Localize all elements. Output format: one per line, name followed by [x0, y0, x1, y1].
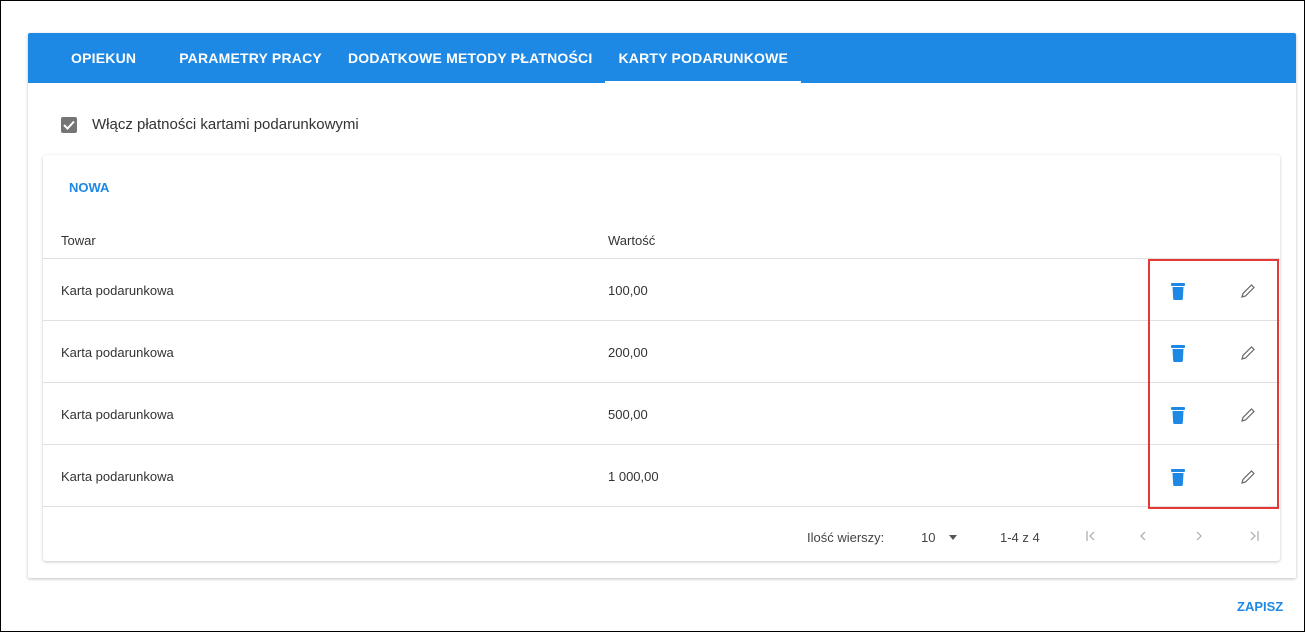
table-header: Towar Wartość: [43, 219, 1280, 259]
trash-icon: [1171, 283, 1185, 300]
table-row: Karta podarunkowa 500,00: [43, 383, 1280, 445]
cell-value: 1 000,00: [608, 469, 659, 484]
delete-button[interactable]: [1166, 403, 1190, 427]
delete-button[interactable]: [1166, 341, 1190, 365]
last-page-icon: [1250, 531, 1259, 541]
enable-gift-cards-row: Włącz płatności kartami podarunkowymi: [61, 116, 359, 133]
table-row: Karta podarunkowa 200,00: [43, 321, 1280, 383]
enable-gift-cards-label: Włącz płatności kartami podarunkowymi: [92, 116, 359, 133]
next-page-button[interactable]: [1189, 526, 1209, 546]
last-page-button[interactable]: [1244, 526, 1264, 546]
prev-page-button[interactable]: [1133, 526, 1153, 546]
cell-product: Karta podarunkowa: [61, 469, 174, 484]
trash-icon: [1171, 407, 1185, 424]
edit-button[interactable]: [1236, 403, 1260, 427]
cell-product: Karta podarunkowa: [61, 407, 174, 422]
edit-button[interactable]: [1236, 279, 1260, 303]
column-header-wartosc: Wartość: [608, 233, 656, 248]
tab-parametry-pracy[interactable]: PARAMETRY PRACY: [166, 33, 335, 83]
table-row: Karta podarunkowa 1 000,00: [43, 445, 1280, 507]
edit-pencil-icon: [1241, 346, 1255, 360]
delete-button[interactable]: [1166, 465, 1190, 489]
next-page-icon: [1196, 531, 1202, 541]
cell-value: 100,00: [608, 283, 648, 298]
checkmark-icon: [63, 120, 75, 130]
edit-pencil-icon: [1241, 470, 1255, 484]
new-button[interactable]: NOWA: [69, 180, 109, 195]
edit-pencil-icon: [1241, 408, 1255, 422]
column-header-towar: Towar: [61, 233, 96, 248]
tab-bar: OPIEKUN PARAMETRY PRACY DODATKOWE METODY…: [28, 33, 1296, 83]
delete-button[interactable]: [1166, 279, 1190, 303]
cell-value: 200,00: [608, 345, 648, 360]
rows-per-page-select[interactable]: 10: [921, 530, 958, 545]
gift-cards-panel: NOWA Towar Wartość Karta podarunkowa 100…: [43, 155, 1280, 561]
table-row: Karta podarunkowa 100,00: [43, 259, 1280, 321]
settings-card: OPIEKUN PARAMETRY PRACY DODATKOWE METODY…: [28, 33, 1296, 578]
rows-per-page-label: Ilość wierszy:: [807, 530, 885, 545]
page-range: 1-4 z 4: [1000, 530, 1040, 545]
dropdown-caret-icon: [949, 535, 958, 540]
cell-product: Karta podarunkowa: [61, 283, 174, 298]
table-pagination: Ilość wierszy: 10 1-4 z 4: [43, 507, 1280, 561]
edit-button[interactable]: [1236, 465, 1260, 489]
edit-button[interactable]: [1236, 341, 1260, 365]
tab-karty-podarunkowe[interactable]: KARTY PODARUNKOWE: [605, 33, 801, 83]
cell-value: 500,00: [608, 407, 648, 422]
trash-icon: [1171, 469, 1185, 486]
first-page-icon: [1086, 531, 1095, 541]
rows-per-page-value: 10: [921, 530, 936, 545]
edit-pencil-icon: [1241, 284, 1255, 298]
tab-dodatkowe-metody-platnosci[interactable]: DODATKOWE METODY PŁATNOŚCI: [335, 33, 606, 83]
trash-icon: [1171, 345, 1185, 362]
enable-gift-cards-checkbox[interactable]: [61, 116, 77, 133]
first-page-button[interactable]: [1081, 526, 1101, 546]
prev-page-icon: [1140, 531, 1146, 541]
cell-product: Karta podarunkowa: [61, 345, 174, 360]
save-button[interactable]: ZAPISZ: [1237, 599, 1283, 614]
tab-opiekun[interactable]: OPIEKUN: [58, 33, 166, 83]
